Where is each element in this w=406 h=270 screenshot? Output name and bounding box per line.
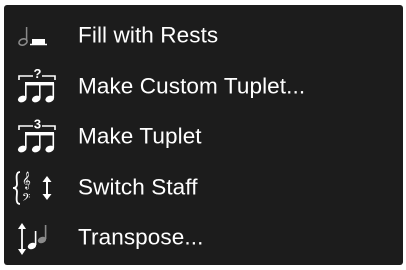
menu-item-make-tuplet[interactable]: 3 Make Tuplet xyxy=(4,112,403,163)
context-menu: Fill with Rests ? Make Custom Tuplet... … xyxy=(4,5,403,265)
fill-with-rests-icon xyxy=(11,14,61,58)
switch-staff-icon: 𝄞 𝄢 xyxy=(11,166,61,210)
svg-text:?: ? xyxy=(34,66,42,81)
custom-tuplet-icon: ? xyxy=(11,65,61,109)
svg-text:𝄢: 𝄢 xyxy=(22,192,30,207)
menu-item-switch-staff[interactable]: 𝄞 𝄢 Switch Staff xyxy=(4,163,403,214)
menu-item-label: Fill with Rests xyxy=(78,22,219,48)
tuplet-icon: 3 xyxy=(11,115,61,159)
svg-text:3: 3 xyxy=(34,117,41,132)
menu-item-label: Make Custom Tuplet... xyxy=(78,73,306,99)
transpose-icon xyxy=(11,216,61,260)
menu-item-label: Transpose... xyxy=(78,224,204,250)
menu-item-make-custom-tuplet[interactable]: ? Make Custom Tuplet... xyxy=(4,62,403,113)
menu-item-label: Switch Staff xyxy=(78,174,198,200)
menu-item-fill-with-rests[interactable]: Fill with Rests xyxy=(4,11,403,62)
menu-item-transpose[interactable]: Transpose... xyxy=(4,213,403,264)
menu-item-label: Make Tuplet xyxy=(78,123,202,149)
svg-text:𝄞: 𝄞 xyxy=(22,171,31,189)
